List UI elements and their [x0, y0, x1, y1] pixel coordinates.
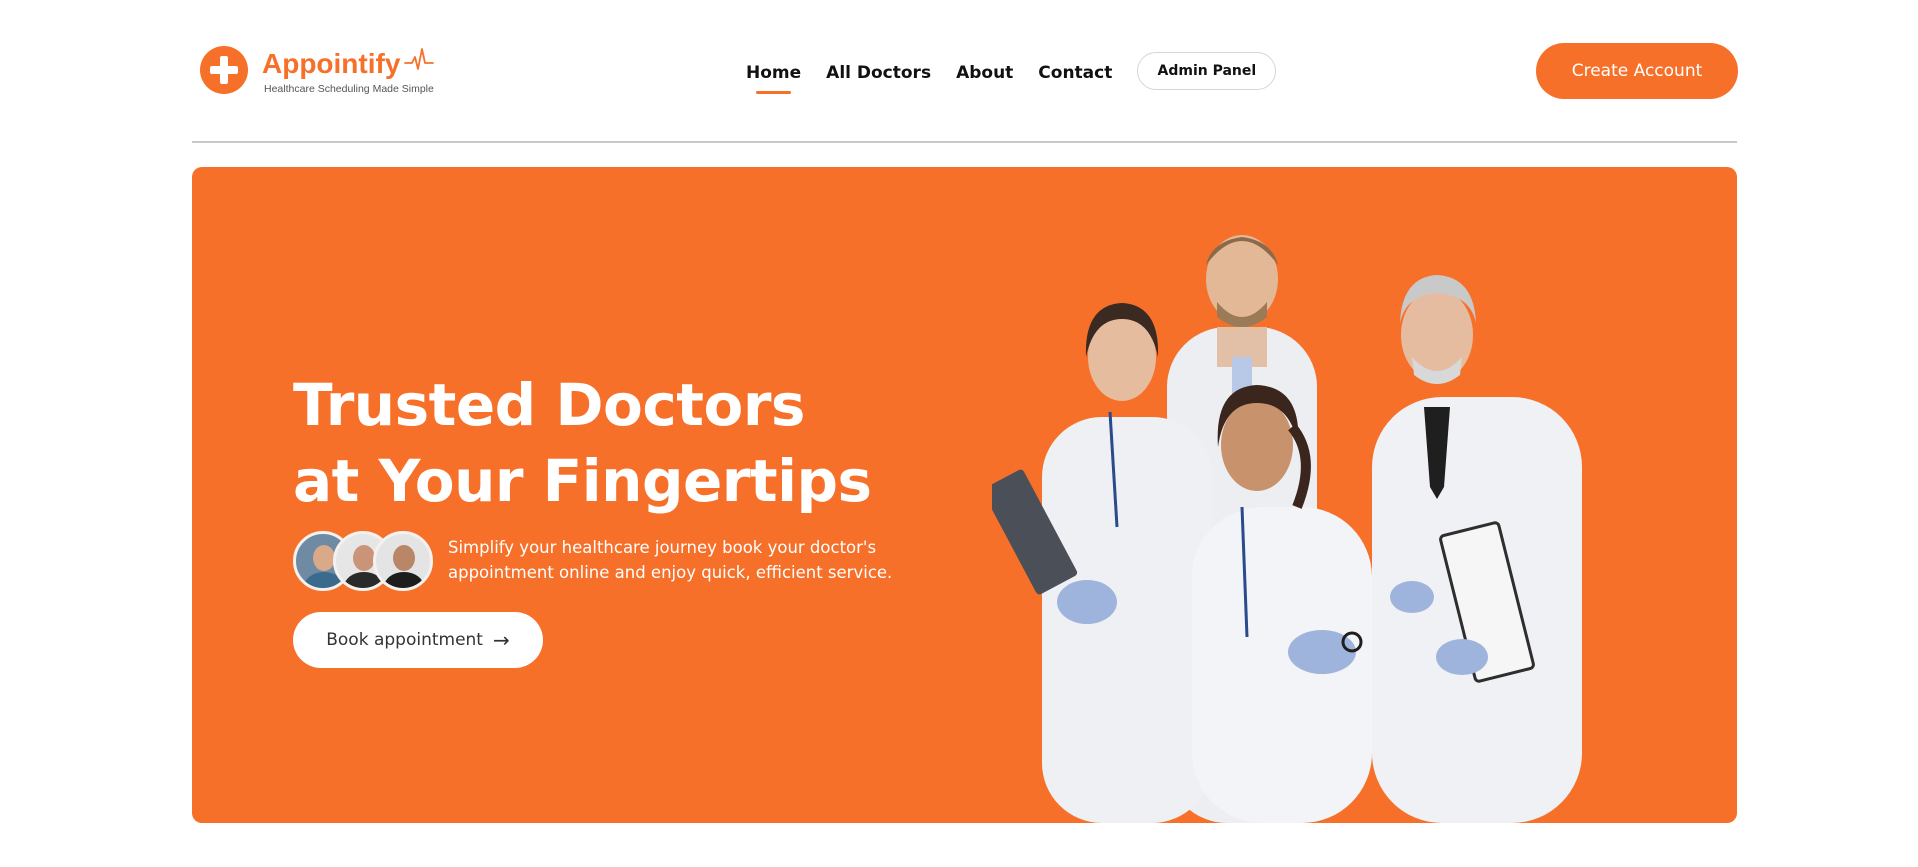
hero-title-line-1: Trusted Doctors: [293, 371, 805, 439]
hero-subtitle: Simplify your healthcare journey book yo…: [448, 538, 893, 582]
hero-banner: Trusted Doctors at Your Fingertips Simpl…: [192, 167, 1737, 823]
heartbeat-icon: [404, 48, 435, 70]
hero-title: Trusted Doctors at Your Fingertips: [293, 367, 872, 519]
brand-text: Appointify Healthcare Scheduling Made Si…: [262, 48, 435, 95]
avatar: [373, 531, 433, 591]
brand-logo[interactable]: Appointify Healthcare Scheduling Made Si…: [200, 46, 435, 95]
nav-about[interactable]: About: [956, 63, 1013, 83]
hero-title-line-2: at Your Fingertips: [293, 447, 872, 515]
main-nav: Home All Doctors About Contact Admin Pan…: [746, 52, 1277, 94]
nav-home[interactable]: Home: [746, 63, 801, 94]
header-divider: [192, 141, 1737, 143]
nav-all-doctors[interactable]: All Doctors: [826, 63, 931, 83]
create-account-button[interactable]: Create Account: [1536, 43, 1738, 99]
nav-contact[interactable]: Contact: [1038, 63, 1112, 83]
book-appointment-label: Book appointment: [326, 630, 483, 650]
brand-tagline: Healthcare Scheduling Made Simple: [264, 83, 434, 95]
patient-avatars: [293, 531, 433, 591]
arrow-right-icon: →: [492, 628, 510, 652]
top-navbar: Appointify Healthcare Scheduling Made Si…: [192, 0, 1738, 142]
book-appointment-button[interactable]: Book appointment →: [293, 612, 543, 668]
doctor-figure: [1372, 275, 1582, 823]
medical-cross-icon: [200, 46, 248, 94]
brand-name: Appointify: [262, 48, 401, 79]
admin-panel-button[interactable]: Admin Panel: [1137, 52, 1277, 90]
doctors-group-image: [992, 235, 1582, 823]
